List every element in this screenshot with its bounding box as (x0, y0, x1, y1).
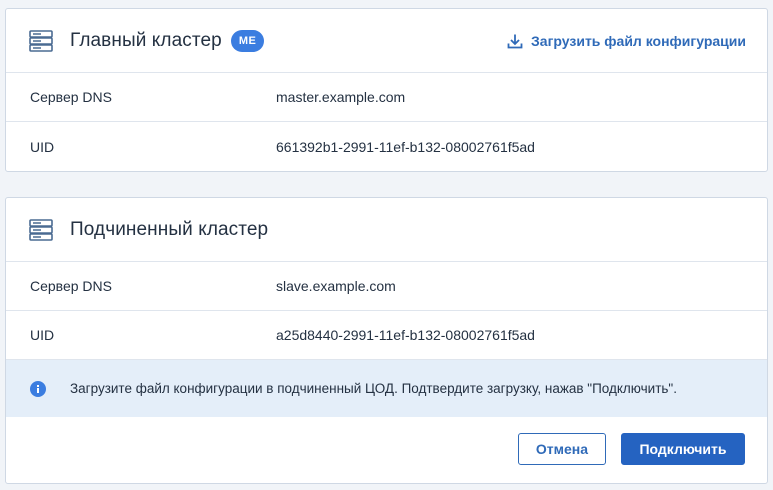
master-cluster-header: Главный кластер ME Загрузить файл конфиг… (6, 9, 767, 73)
download-config-link[interactable]: Загрузить файл конфигурации (507, 33, 746, 49)
info-text: Загрузите файл конфигурации в подчиненны… (70, 381, 677, 396)
dialog-footer: Отмена Подключить (6, 417, 767, 481)
cancel-button[interactable]: Отмена (518, 433, 606, 465)
me-badge: ME (230, 29, 265, 52)
slave-cluster-header: Подчиненный кластер (6, 198, 767, 262)
server-icon (29, 29, 53, 52)
master-dns-row: Сервер DNS master.example.com (6, 73, 767, 122)
connect-button[interactable]: Подключить (621, 433, 745, 465)
master-dns-label: Сервер DNS (30, 89, 112, 105)
slave-dns-value: slave.example.com (276, 278, 396, 294)
server-icon (29, 218, 53, 241)
info-banner: Загрузите файл конфигурации в подчиненны… (6, 360, 767, 417)
slave-dns-row: Сервер DNS slave.example.com (6, 262, 767, 311)
slave-uid-value: a25d8440-2991-11ef-b132-08002761f5ad (276, 327, 535, 343)
slave-uid-label: UID (30, 327, 55, 343)
slave-uid-row: UID a25d8440-2991-11ef-b132-08002761f5ad (6, 311, 767, 360)
info-icon (30, 380, 46, 397)
master-dns-value: master.example.com (276, 89, 406, 105)
download-config-label: Загрузить файл конфигурации (531, 32, 746, 49)
slave-dns-label: Сервер DNS (30, 278, 112, 294)
slave-cluster-card: Подчиненный кластер Сервер DNS slave.exa… (5, 197, 768, 484)
master-cluster-title: Главный кластер (70, 29, 222, 51)
master-uid-value: 661392b1-2991-11ef-b132-08002761f5ad (276, 138, 535, 155)
download-icon (507, 34, 523, 48)
master-uid-row: UID 661392b1-2991-11ef-b132-08002761f5ad (6, 122, 767, 171)
master-cluster-card: Главный кластер ME Загрузить файл конфиг… (5, 8, 768, 172)
slave-cluster-title: Подчиненный кластер (70, 218, 269, 240)
master-uid-label: UID (30, 138, 55, 155)
